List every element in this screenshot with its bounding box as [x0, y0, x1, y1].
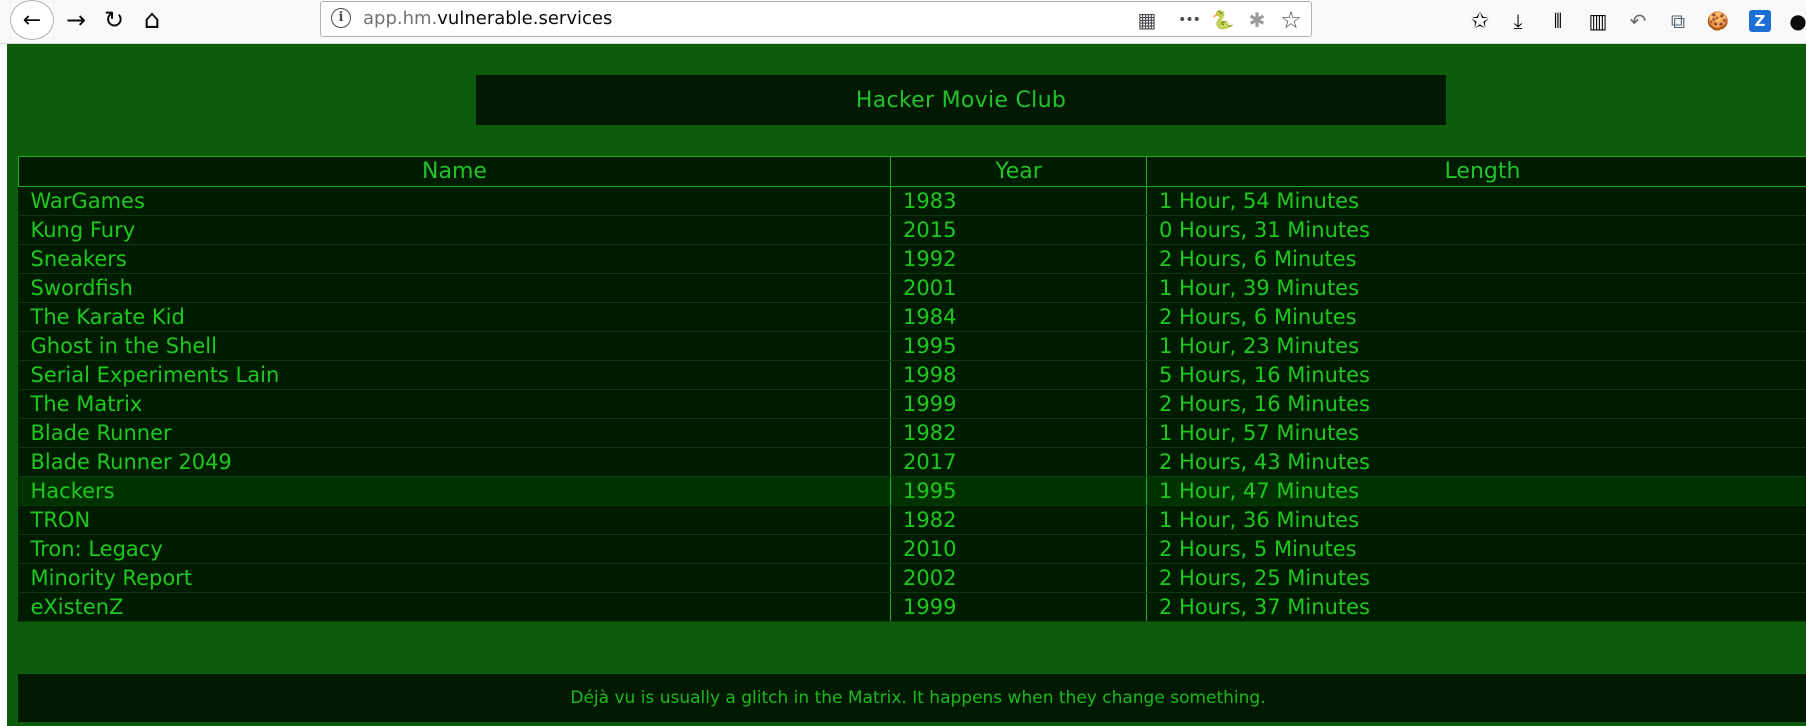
bookmarks-star-icon[interactable]: ✩	[1464, 5, 1496, 37]
reload-icon[interactable]: ↻	[94, 0, 134, 40]
url-prefix: app.hm.	[363, 8, 438, 29]
movie-length: 1 Hour, 47 Minutes	[1146, 476, 1806, 506]
movie-length: 1 Hour, 36 Minutes	[1146, 505, 1806, 535]
url-domain: vulnerable.services	[437, 8, 613, 29]
table-row[interactable]: The Matrix 1999 2 Hours, 16 Minutes	[18, 389, 1806, 419]
movie-name: Ghost in the Shell	[18, 331, 891, 361]
table-row[interactable]: Ghost in the Shell 1995 1 Hour, 23 Minutes	[18, 331, 1806, 361]
movie-year: 1982	[890, 505, 1147, 535]
home-icon[interactable]: ⌂	[132, 0, 172, 40]
movie-length: 2 Hours, 6 Minutes	[1146, 302, 1806, 332]
library-icon[interactable]: ⫴	[1542, 5, 1574, 37]
crop-icon[interactable]: ⧉	[1662, 5, 1694, 37]
movie-year: 1995	[890, 476, 1147, 506]
movie-name: Minority Report	[18, 563, 891, 593]
movie-name: TRON	[18, 505, 891, 535]
movie-year: 1999	[890, 389, 1147, 419]
back-icon[interactable]: ←	[10, 0, 54, 40]
movie-year: 2017	[890, 447, 1147, 477]
movie-length: 0 Hours, 31 Minutes	[1146, 215, 1806, 245]
movie-name: Blade Runner 2049	[18, 447, 891, 477]
browser-toolbar: ← → ↻ ⌂ i app.hm.vulnerable.services ▦ •…	[0, 0, 1806, 44]
table-row[interactable]: Sneakers 1992 2 Hours, 6 Minutes	[18, 244, 1806, 274]
movie-name: The Karate Kid	[18, 302, 891, 332]
download-icon[interactable]: ⤓	[1502, 5, 1534, 37]
table-row[interactable]: Blade Runner 2049 2017 2 Hours, 43 Minutes	[18, 447, 1806, 477]
table-row[interactable]: eXistenZ 1999 2 Hours, 37 Minutes	[18, 592, 1806, 622]
table-row[interactable]: WarGames 1983 1 Hour, 54 Minutes	[18, 186, 1806, 216]
bug-icon[interactable]: ✱	[1243, 6, 1271, 34]
movie-year: 1995	[890, 331, 1147, 361]
movie-name: Blade Runner	[18, 418, 891, 448]
more-actions-icon[interactable]: •••	[1175, 6, 1203, 34]
window-edge	[0, 44, 7, 726]
movie-length: 1 Hour, 23 Minutes	[1146, 331, 1806, 361]
table-row[interactable]: Serial Experiments Lain 1998 5 Hours, 16 M…	[18, 360, 1806, 390]
movie-year: 2001	[890, 273, 1147, 303]
movie-name: Serial Experiments Lain	[18, 360, 891, 390]
movie-length: 2 Hours, 25 Minutes	[1146, 563, 1806, 593]
movie-length: 2 Hours, 37 Minutes	[1146, 592, 1806, 622]
page-title: Hacker Movie Club	[476, 75, 1446, 125]
movie-year: 1998	[890, 360, 1147, 390]
movie-year: 1984	[890, 302, 1147, 332]
cookie-icon[interactable]: 🍪	[1702, 5, 1734, 37]
column-header-length[interactable]: Length	[1146, 156, 1806, 187]
movie-name: eXistenZ	[18, 592, 891, 622]
sidebar-icon[interactable]: ▥	[1582, 5, 1614, 37]
extension-z-icon[interactable]: Z	[1744, 5, 1776, 37]
movie-year: 1983	[890, 186, 1147, 216]
movie-year: 2002	[890, 563, 1147, 593]
qr-code-icon[interactable]: ▦	[1133, 6, 1161, 34]
undo-icon[interactable]: ↶	[1622, 5, 1654, 37]
movie-length: 1 Hour, 54 Minutes	[1146, 186, 1806, 216]
movie-length: 2 Hours, 43 Minutes	[1146, 447, 1806, 477]
account-icon[interactable]: ●	[1782, 5, 1806, 37]
bookmark-star-icon[interactable]: ☆	[1277, 6, 1305, 34]
movie-length: 2 Hours, 5 Minutes	[1146, 534, 1806, 564]
column-header-year[interactable]: Year	[890, 156, 1147, 187]
table-row[interactable]: Minority Report 2002 2 Hours, 25 Minutes	[18, 563, 1806, 593]
movie-year: 2015	[890, 215, 1147, 245]
movie-name: Hackers	[18, 476, 891, 506]
table-row[interactable]: Blade Runner 1982 1 Hour, 57 Minutes	[18, 418, 1806, 448]
table-row[interactable]: Hackers 1995 1 Hour, 47 Minutes	[18, 476, 1806, 506]
movie-name: WarGames	[18, 186, 891, 216]
site-info-icon[interactable]: i	[331, 8, 351, 28]
table-row[interactable]: Swordfish 2001 1 Hour, 39 Minutes	[18, 273, 1806, 303]
movie-name: Swordfish	[18, 273, 891, 303]
movies-table-body: WarGames 1983 1 Hour, 54 Minutes Kung Fury 2…	[18, 186, 1806, 622]
movie-name: The Matrix	[18, 389, 891, 419]
movie-year: 1982	[890, 418, 1147, 448]
movie-year: 1999	[890, 592, 1147, 622]
table-row[interactable]: The Karate Kid 1984 2 Hours, 6 Minutes	[18, 302, 1806, 332]
column-header-name[interactable]: Name	[18, 156, 891, 187]
movie-name: Sneakers	[18, 244, 891, 274]
table-row[interactable]: TRON 1982 1 Hour, 36 Minutes	[18, 505, 1806, 535]
url-text[interactable]: app.hm.vulnerable.services	[363, 8, 612, 29]
python-extension-icon[interactable]: 🐍	[1209, 6, 1237, 34]
movie-name: Kung Fury	[18, 215, 891, 245]
movie-length: 2 Hours, 6 Minutes	[1146, 244, 1806, 274]
movie-length: 2 Hours, 16 Minutes	[1146, 389, 1806, 419]
table-header-row: Name Year Length	[18, 156, 1806, 187]
table-row[interactable]: Kung Fury 2015 0 Hours, 31 Minutes	[18, 215, 1806, 245]
movie-year: 2010	[890, 534, 1147, 564]
movie-length: 1 Hour, 39 Minutes	[1146, 273, 1806, 303]
footer-quote: Déjà vu is usually a glitch in the Matri…	[18, 674, 1806, 722]
extension-z-badge: Z	[1749, 10, 1771, 32]
movie-name: Tron: Legacy	[18, 534, 891, 564]
movie-length: 5 Hours, 16 Minutes	[1146, 360, 1806, 390]
movie-year: 1992	[890, 244, 1147, 274]
url-bar[interactable]: i app.hm.vulnerable.services ▦ ••• 🐍 ✱ ☆	[320, 1, 1312, 37]
forward-icon[interactable]: →	[56, 0, 96, 40]
table-row[interactable]: Tron: Legacy 2010 2 Hours, 5 Minutes	[18, 534, 1806, 564]
movie-length: 1 Hour, 57 Minutes	[1146, 418, 1806, 448]
movies-table: Name Year Length WarGames 1983 1 Hour, 54 …	[18, 156, 1806, 622]
